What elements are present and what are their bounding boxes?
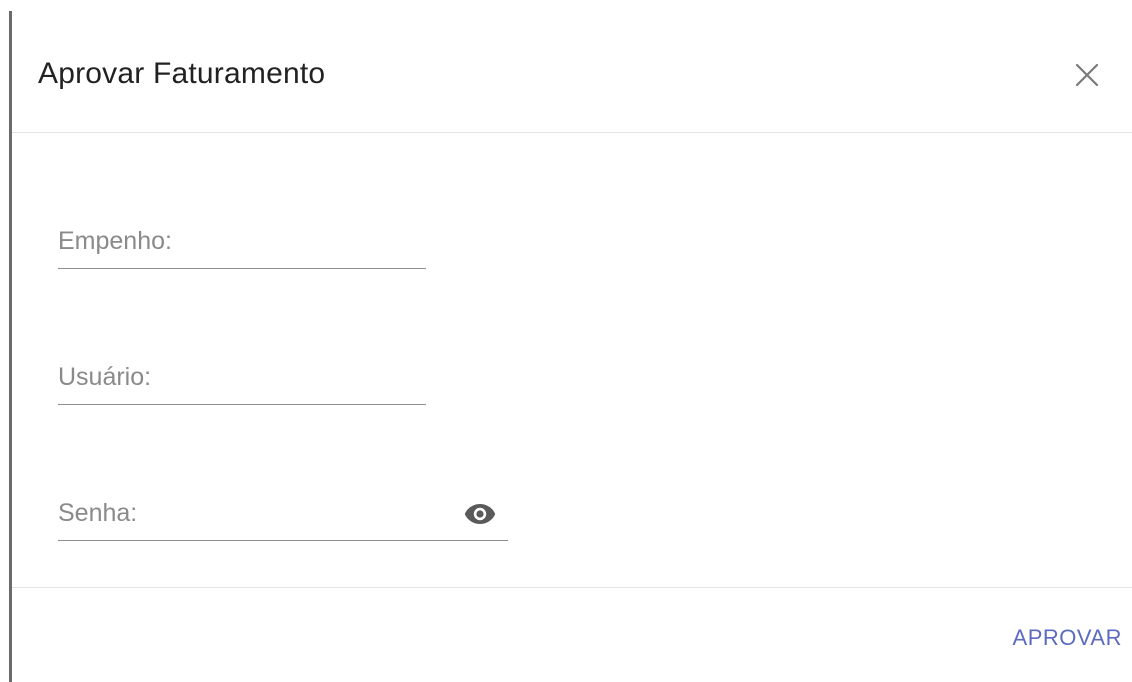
- senha-input[interactable]: [58, 498, 448, 532]
- senha-field: Senha:: [58, 494, 508, 544]
- toggle-password-visibility-button[interactable]: [462, 498, 498, 530]
- dialog-header: Aprovar Faturamento: [12, 0, 1132, 133]
- approve-button[interactable]: APROVAR: [962, 618, 1122, 658]
- close-button[interactable]: [1070, 58, 1104, 92]
- footer-divider: [12, 587, 1132, 588]
- usuario-underline: [58, 404, 426, 405]
- empenho-underline: [58, 268, 426, 269]
- page: Aprovar Faturamento Empenho: Usuário: Se…: [0, 0, 1132, 682]
- empenho-input[interactable]: [58, 226, 426, 260]
- usuario-input[interactable]: [58, 362, 426, 396]
- eye-icon: [464, 504, 496, 524]
- close-icon: [1075, 63, 1099, 87]
- empenho-field: Empenho:: [58, 222, 426, 272]
- dialog-title: Aprovar Faturamento: [38, 57, 326, 90]
- usuario-field: Usuário:: [58, 358, 426, 408]
- approve-billing-dialog: Aprovar Faturamento Empenho: Usuário: Se…: [12, 0, 1132, 682]
- senha-underline: [58, 540, 508, 541]
